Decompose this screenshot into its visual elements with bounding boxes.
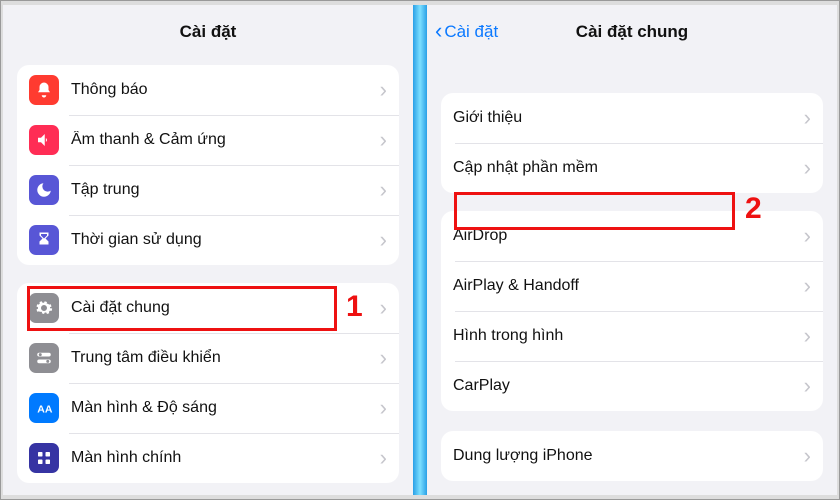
row-screentime[interactable]: Thời gian sử dụng ›	[17, 215, 399, 265]
chevron-right-icon: ›	[380, 397, 387, 419]
row-notifications[interactable]: Thông báo ›	[17, 65, 399, 115]
grid-icon	[29, 443, 59, 473]
chevron-right-icon: ›	[380, 447, 387, 469]
row-airplay[interactable]: AirPlay & Handoff ›	[441, 261, 823, 311]
notifications-icon	[29, 75, 59, 105]
annotation-number-1: 1	[346, 290, 363, 324]
back-label: Cài đặt	[444, 22, 498, 42]
chevron-right-icon: ›	[804, 445, 811, 467]
header-right: ‹ Cài đặt Cài đặt chung	[427, 5, 837, 59]
chevron-right-icon: ›	[380, 79, 387, 101]
row-sound[interactable]: Âm thanh & Cảm ứng ›	[17, 115, 399, 165]
row-storage[interactable]: Dung lượng iPhone ›	[441, 431, 823, 481]
general-group-1: Giới thiệu › Cập nhật phần mềm ›	[441, 93, 823, 193]
column-divider	[413, 5, 427, 495]
chevron-right-icon: ›	[380, 229, 387, 251]
row-label: AirPlay & Handoff	[453, 277, 798, 295]
row-pip[interactable]: Hình trong hình ›	[441, 311, 823, 361]
row-display[interactable]: AA Màn hình & Độ sáng ›	[17, 383, 399, 433]
row-control-center[interactable]: Trung tâm điều khiển ›	[17, 333, 399, 383]
row-label: Tập trung	[71, 181, 374, 199]
general-group-3: Dung lượng iPhone ›	[441, 431, 823, 481]
page-title-right: Cài đặt chung	[576, 22, 688, 42]
general-group-2: AirDrop › AirPlay & Handoff › Hình trong…	[441, 211, 823, 411]
row-label: Màn hình chính	[71, 449, 374, 467]
row-airdrop[interactable]: AirDrop ›	[441, 211, 823, 261]
back-button[interactable]: ‹ Cài đặt	[435, 5, 498, 59]
chevron-left-icon: ‹	[435, 18, 442, 44]
chevron-right-icon: ›	[804, 275, 811, 297]
row-label: AirDrop	[453, 227, 798, 245]
row-label: CarPlay	[453, 377, 798, 395]
page-title-left: Cài đặt	[180, 22, 237, 42]
row-label: Giới thiệu	[453, 109, 798, 127]
chevron-right-icon: ›	[804, 375, 811, 397]
chevron-right-icon: ›	[804, 107, 811, 129]
row-label: Thông báo	[71, 81, 374, 99]
row-focus[interactable]: Tập trung ›	[17, 165, 399, 215]
chevron-right-icon: ›	[380, 347, 387, 369]
annotation-number-2: 2	[745, 192, 762, 226]
settings-screen-left: Cài đặt Thông báo › Âm thanh & Cảm ứ	[3, 5, 413, 495]
sound-icon	[29, 125, 59, 155]
row-label: Âm thanh & Cảm ứng	[71, 131, 374, 149]
row-carplay[interactable]: CarPlay ›	[441, 361, 823, 411]
switches-icon	[29, 343, 59, 373]
chevron-right-icon: ›	[380, 129, 387, 151]
chevron-right-icon: ›	[804, 225, 811, 247]
settings-group-1: Thông báo › Âm thanh & Cảm ứng ›	[17, 65, 399, 265]
chevron-right-icon: ›	[380, 297, 387, 319]
row-label: Cập nhật phần mềm	[453, 159, 798, 177]
row-software-update[interactable]: Cập nhật phần mềm ›	[441, 143, 823, 193]
gear-icon	[29, 293, 59, 323]
hourglass-icon	[29, 225, 59, 255]
row-label: Cài đặt chung	[71, 299, 374, 317]
row-label: Màn hình & Độ sáng	[71, 399, 374, 417]
row-label: Dung lượng iPhone	[453, 447, 798, 465]
header-left: Cài đặt	[3, 5, 413, 59]
chevron-right-icon: ›	[804, 157, 811, 179]
row-homescreen[interactable]: Màn hình chính ›	[17, 433, 399, 483]
chevron-right-icon: ›	[804, 325, 811, 347]
chevron-right-icon: ›	[380, 179, 387, 201]
settings-group-2: Cài đặt chung › Trung tâm điều khiển › A…	[17, 283, 399, 483]
svg-text:AA: AA	[37, 404, 53, 416]
settings-screen-right: ‹ Cài đặt Cài đặt chung Giới thiệu › Cập…	[427, 5, 837, 495]
row-label: Trung tâm điều khiển	[71, 349, 374, 367]
row-label: Thời gian sử dụng	[71, 231, 374, 249]
moon-icon	[29, 175, 59, 205]
row-label: Hình trong hình	[453, 327, 798, 345]
row-general[interactable]: Cài đặt chung ›	[17, 283, 399, 333]
row-about[interactable]: Giới thiệu ›	[441, 93, 823, 143]
text-size-icon: AA	[29, 393, 59, 423]
